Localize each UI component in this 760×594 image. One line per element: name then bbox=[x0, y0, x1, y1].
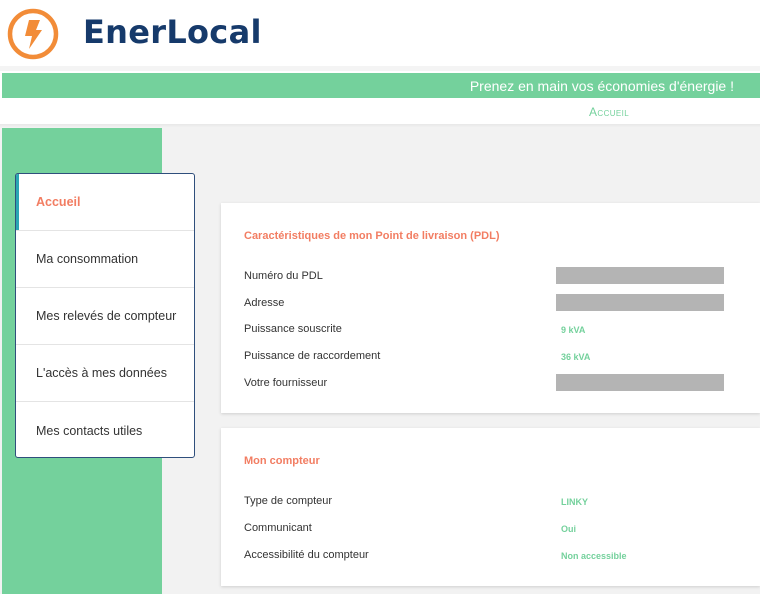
supplier-redacted bbox=[556, 374, 724, 391]
lightning-bolt-icon[interactable] bbox=[5, 7, 61, 61]
header-divider bbox=[0, 66, 760, 71]
tagline-banner: Prenez en main vos économies d'énergie ! bbox=[2, 73, 760, 98]
subscribed-power-value: 9 kVA bbox=[561, 325, 586, 335]
sidebar-item-label: Mes contacts utiles bbox=[36, 423, 143, 438]
pdl-number-redacted bbox=[556, 267, 724, 284]
connection-power-label: Puissance de raccordement bbox=[244, 350, 381, 362]
sidebar-menu: Accueil Ma consommation Mes relevés de c… bbox=[15, 173, 195, 458]
meter-accessibility-label: Accessibilité du compteur bbox=[244, 549, 369, 561]
meter-type-label: Type de compteur bbox=[244, 495, 333, 507]
meter-card-title: Mon compteur bbox=[244, 455, 320, 467]
meter-accessibility-value: Non accessible bbox=[561, 551, 627, 561]
sidebar-item-label: Accueil bbox=[36, 195, 81, 209]
sidebar-item-contacts-utiles[interactable]: Mes contacts utiles bbox=[16, 402, 194, 457]
sidebar-item-acces-donnees[interactable]: L'accès à mes données bbox=[16, 345, 194, 402]
header: EnerLocal bbox=[0, 0, 760, 66]
brand-name[interactable]: EnerLocal bbox=[83, 13, 262, 51]
sidebar-item-accueil[interactable]: Accueil bbox=[16, 174, 194, 231]
subscribed-power-label: Puissance souscrite bbox=[244, 323, 342, 335]
pdl-card: Caractéristiques de mon Point de livrais… bbox=[221, 203, 760, 413]
communicating-value: Oui bbox=[561, 524, 576, 534]
pdl-number-label: Numéro du PDL bbox=[244, 270, 323, 282]
supplier-label: Votre fournisseur bbox=[244, 377, 328, 389]
sidebar-item-label: L'accès à mes données bbox=[36, 366, 167, 380]
pdl-card-title: Caractéristiques de mon Point de livrais… bbox=[244, 230, 500, 242]
sidebar-item-ma-consommation[interactable]: Ma consommation bbox=[16, 231, 194, 288]
meter-type-value: LINKY bbox=[561, 497, 588, 507]
sidebar-item-label: Mes relevés de compteur bbox=[36, 309, 177, 323]
sidebar-item-mes-releves[interactable]: Mes relevés de compteur bbox=[16, 288, 194, 345]
connection-power-value: 36 kVA bbox=[561, 352, 591, 362]
sidebar-item-label: Ma consommation bbox=[36, 252, 139, 266]
tagline-text: Prenez en main vos économies d'énergie ! bbox=[469, 78, 734, 94]
meter-card: Mon compteur Type de compteur LINKY Comm… bbox=[221, 428, 760, 586]
page: EnerLocal Prenez en main vos économies d… bbox=[0, 0, 760, 594]
address-redacted bbox=[556, 294, 724, 311]
breadcrumb[interactable]: Accueil bbox=[589, 105, 629, 119]
communicating-label: Communicant bbox=[244, 522, 312, 534]
address-label: Adresse bbox=[244, 297, 285, 309]
